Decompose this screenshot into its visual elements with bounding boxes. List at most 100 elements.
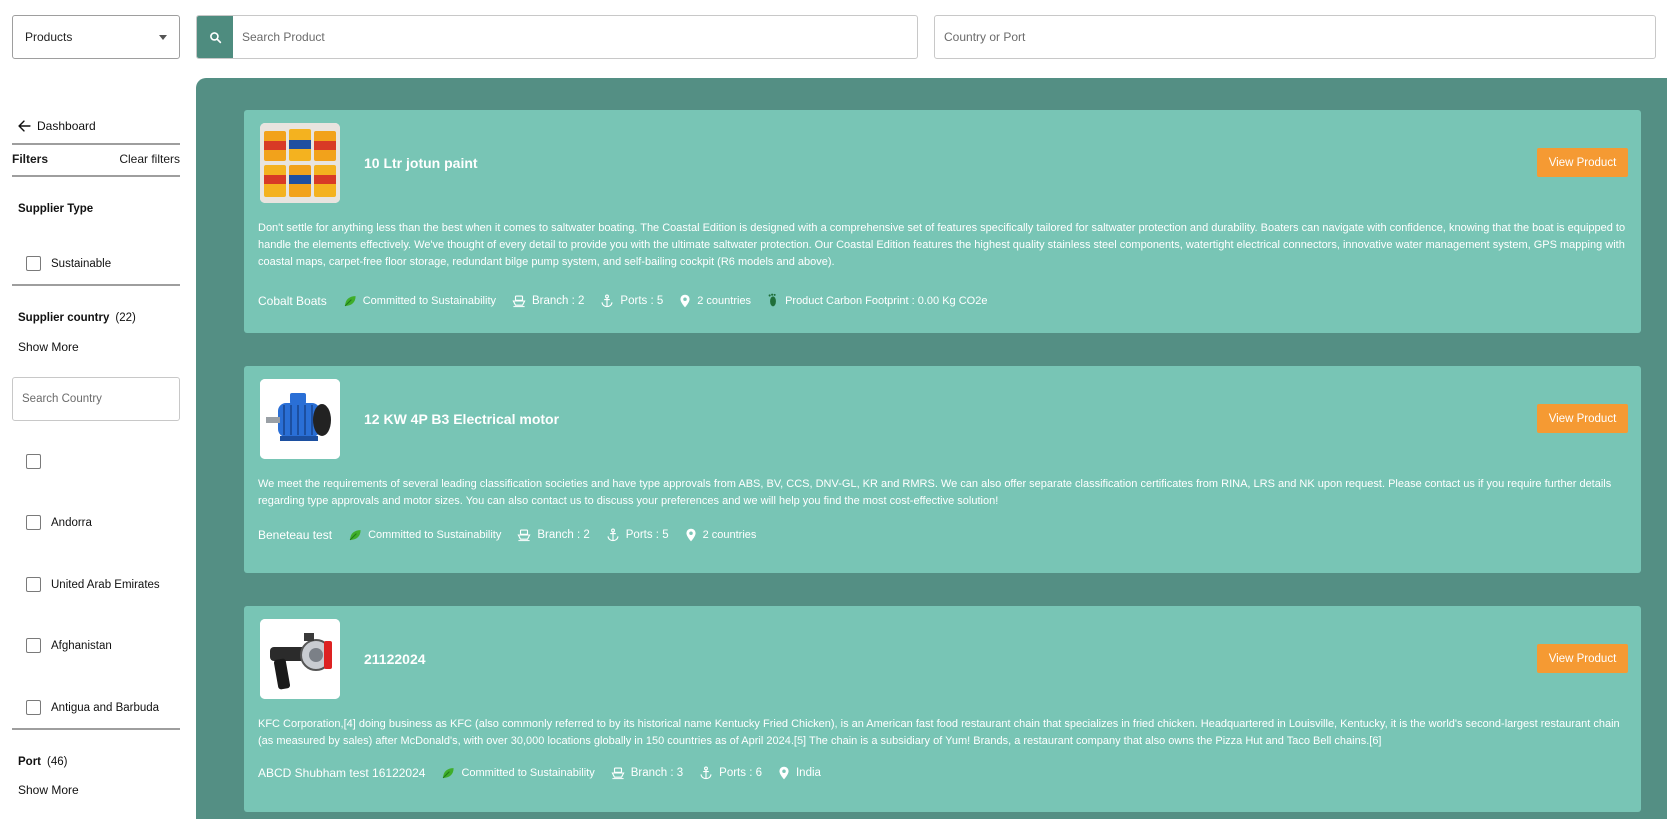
option-label: Sustainable xyxy=(51,257,112,270)
supplier-name[interactable]: ABCD Shubham test 16122024 xyxy=(258,766,425,780)
product-name[interactable]: 10 Ltr jotun paint xyxy=(364,155,478,171)
arrow-left-icon xyxy=(18,120,31,132)
divider xyxy=(12,143,180,145)
branch-count: Branch : 2 xyxy=(512,294,584,308)
anchor-icon xyxy=(607,528,619,542)
supplier-country-count: (22) xyxy=(115,312,136,324)
checkbox[interactable] xyxy=(26,256,41,271)
carbon-label: Product Carbon Footprint : 0.00 Kg CO2e xyxy=(785,294,988,307)
carbon-footprint: Product Carbon Footprint : 0.00 Kg CO2e xyxy=(767,293,987,308)
sustainability-badge: Committed to Sustainability xyxy=(343,294,496,308)
product-search-box xyxy=(196,15,918,59)
product-description: KFC Corporation,[4] doing business as KF… xyxy=(258,718,1620,747)
divider xyxy=(12,728,180,730)
view-product-button[interactable]: View Product xyxy=(1537,148,1628,177)
leaf-icon xyxy=(349,530,361,541)
branch-label: Branch : 2 xyxy=(537,529,590,541)
product-list-panel: 10 Ltr jotun paint View Product Don't se… xyxy=(196,78,1667,819)
checkbox[interactable] xyxy=(26,700,41,715)
option-label: United Arab Emirates xyxy=(51,578,160,591)
product-description: Don't settle for anything less than the … xyxy=(258,222,1626,268)
supplier-country-title: Supplier country (22) xyxy=(18,312,136,324)
product-meta: Beneteau test Committed to Sustainabilit… xyxy=(258,528,772,542)
supplier-type-title: Supplier Type xyxy=(18,203,94,215)
port-count: (46) xyxy=(47,756,68,768)
location-pin-icon xyxy=(779,766,789,780)
product-image-motor[interactable] xyxy=(260,379,340,459)
back-to-dashboard-link[interactable]: Dashboard xyxy=(18,119,96,133)
filter-option-sustainable[interactable]: Sustainable xyxy=(26,256,111,271)
sustainability-badge: Committed to Sustainability xyxy=(348,528,501,542)
port-show-more[interactable]: Show More xyxy=(18,783,79,797)
supplier-country-show-more[interactable]: Show More xyxy=(18,340,79,354)
clear-filters-button[interactable]: Clear filters xyxy=(119,152,180,166)
ports-label: Ports : 5 xyxy=(625,529,669,541)
product-card: 10 Ltr jotun paint View Product Don't se… xyxy=(244,110,1641,333)
anchor-icon xyxy=(601,293,613,307)
location-info: 2 countries xyxy=(679,294,751,308)
country-port-box xyxy=(934,15,1656,59)
category-select-value: Products xyxy=(25,30,73,44)
sustainability-label: Committed to Sustainability xyxy=(461,767,595,779)
country-port-input[interactable] xyxy=(935,16,1655,58)
filter-option-uae[interactable]: United Arab Emirates xyxy=(26,577,160,592)
ship-icon xyxy=(517,529,531,542)
search-button[interactable] xyxy=(197,16,233,58)
product-search-input[interactable] xyxy=(233,16,917,58)
location-label: 2 countries xyxy=(702,529,757,541)
location-info: 2 countries xyxy=(685,528,757,542)
sustainability-label: Committed to Sustainability xyxy=(368,529,502,541)
power-tool-image xyxy=(260,619,340,699)
ports-label: Ports : 5 xyxy=(620,294,664,307)
sustainability-label: Committed to Sustainability xyxy=(362,294,496,307)
product-card: 21122024 View Product KFC Corporation,[4… xyxy=(244,606,1641,812)
product-name[interactable]: 12 KW 4P B3 Electrical motor xyxy=(364,411,559,427)
view-product-button[interactable]: View Product xyxy=(1537,404,1628,433)
location-label: 2 countries xyxy=(697,294,752,307)
port-label: Port xyxy=(18,756,41,768)
filter-option-andorra[interactable]: Andorra xyxy=(26,515,92,530)
ship-icon xyxy=(512,295,526,307)
product-name[interactable]: 21122024 xyxy=(364,651,426,667)
checkbox[interactable] xyxy=(26,454,41,469)
location-label: India xyxy=(795,767,821,779)
paint-buckets-image xyxy=(260,123,340,203)
anchor-icon xyxy=(700,766,712,780)
divider xyxy=(12,284,180,286)
port-title: Port (46) xyxy=(18,756,67,768)
back-label: Dashboard xyxy=(37,119,96,133)
supplier-name[interactable]: Beneteau test xyxy=(258,528,332,542)
checkbox[interactable] xyxy=(26,577,41,592)
product-meta: Cobalt Boats Committed to Sustainability… xyxy=(258,293,1003,308)
option-label: Andorra xyxy=(51,516,92,529)
filter-option-afghanistan[interactable]: Afghanistan xyxy=(26,638,112,653)
branch-count: Branch : 3 xyxy=(611,766,683,780)
option-label: Afghanistan xyxy=(51,639,112,652)
country-search-input[interactable] xyxy=(13,378,179,420)
location-pin-icon xyxy=(686,528,696,542)
supplier-country-label: Supplier country xyxy=(18,312,110,324)
option-label: Antigua and Barbuda xyxy=(51,701,160,714)
location-info: India xyxy=(778,766,821,780)
branch-label: Branch : 3 xyxy=(630,767,684,779)
ports-count: Ports : 5 xyxy=(606,528,669,542)
product-image-paint[interactable] xyxy=(260,123,340,203)
supplier-name[interactable]: Cobalt Boats xyxy=(258,294,327,308)
filter-option-antigua[interactable]: Antigua and Barbuda xyxy=(26,700,159,715)
search-icon xyxy=(209,31,221,43)
filters-title: Filters xyxy=(12,152,49,166)
category-select[interactable]: Products xyxy=(12,15,180,59)
country-search-box xyxy=(12,377,180,421)
checkbox[interactable] xyxy=(26,638,41,653)
location-pin-icon xyxy=(680,294,690,307)
checkbox[interactable] xyxy=(26,515,41,530)
sustainability-badge: Committed to Sustainability xyxy=(441,766,595,780)
product-image-tool[interactable] xyxy=(260,619,340,699)
filter-option-country[interactable] xyxy=(26,454,51,469)
product-description: We meet the requirements of several lead… xyxy=(258,478,1612,507)
filters-header: Filters Clear filters xyxy=(12,152,180,166)
leaf-icon xyxy=(344,295,356,306)
view-product-button[interactable]: View Product xyxy=(1537,644,1628,673)
branch-label: Branch : 2 xyxy=(532,294,585,307)
product-card: 12 KW 4P B3 Electrical motor View Produc… xyxy=(244,366,1641,573)
